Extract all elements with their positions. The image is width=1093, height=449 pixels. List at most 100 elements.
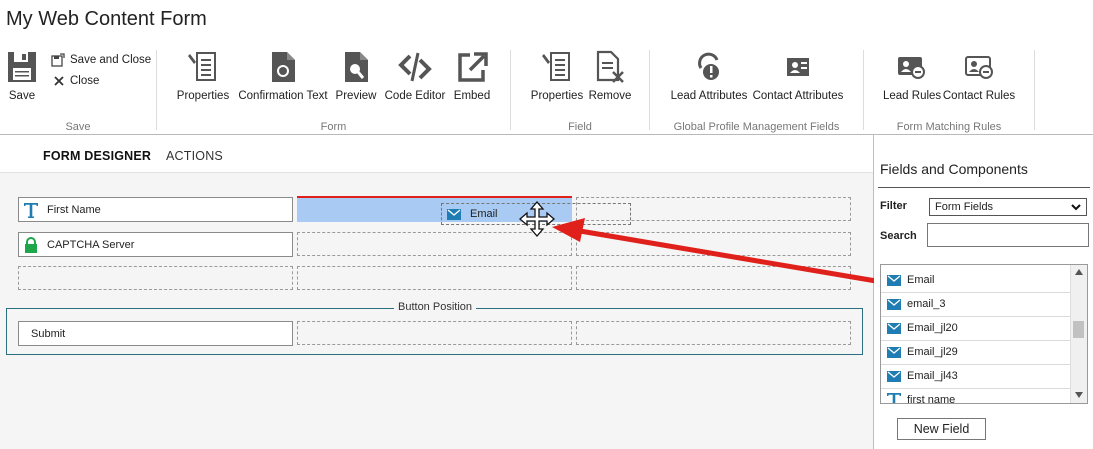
embed-label: Embed (453, 90, 491, 102)
tab-actions[interactable]: ACTIONS (166, 149, 223, 163)
ribbon-separator (510, 50, 511, 130)
lead-alert-icon (698, 52, 719, 80)
list-item[interactable]: email_3 (881, 292, 1071, 317)
list-item[interactable]: Email_jl29 (881, 340, 1071, 365)
ribbon-separator (156, 50, 157, 130)
list-item-label: Email_jl20 (907, 322, 958, 334)
mail-icon (881, 274, 907, 286)
contact-attributes-button[interactable]: Contact Attributes (752, 50, 844, 102)
scroll-thumb[interactable] (1073, 321, 1084, 338)
list-item-label: Email_jl29 (907, 346, 958, 358)
field-properties-button[interactable]: Properties (530, 50, 584, 102)
new-field-button[interactable]: New Field (897, 418, 986, 440)
preview-button[interactable]: Preview (334, 50, 378, 102)
drag-ghost-label: Email (470, 208, 498, 220)
search-input[interactable] (927, 223, 1089, 247)
floppy-disk-icon (8, 52, 36, 82)
scroll-up-icon[interactable] (1075, 269, 1083, 275)
mail-icon (881, 346, 907, 358)
contact-rules-label: Contact Rules (942, 90, 1016, 102)
filter-label: Filter (880, 200, 907, 212)
lock-icon (19, 236, 43, 253)
panel-title: Fields and Components (880, 161, 1028, 177)
remove-document-icon (596, 50, 624, 83)
field-captcha-server[interactable]: CAPTCHA Server (18, 232, 293, 257)
lead-rules-button[interactable]: Lead Rules (883, 50, 942, 102)
contact-rules-button[interactable]: Contact Rules (942, 50, 1016, 102)
external-link-icon (458, 52, 488, 82)
gpm-group-label: Global Profile Management Fields (673, 121, 840, 133)
form-properties-label: Properties (176, 90, 230, 102)
empty-cell[interactable] (297, 266, 572, 290)
text-icon (881, 391, 907, 403)
tab-form-designer[interactable]: FORM DESIGNER (43, 149, 151, 163)
embed-button[interactable]: Embed (452, 50, 492, 102)
text-icon (19, 201, 43, 219)
mail-icon (442, 208, 466, 220)
remove-button[interactable]: Remove (588, 50, 632, 102)
save-close-label: Save and Close (70, 54, 152, 66)
close-button[interactable]: Close (53, 75, 99, 87)
list-item-label: email_3 (907, 298, 946, 310)
contact-attributes-label: Contact Attributes (752, 90, 844, 102)
save-and-close-button[interactable]: Save and Close (51, 53, 151, 67)
ribbon-toolbar: Save Save and Close Close Save Propertie… (0, 44, 1093, 135)
globe-document-icon (272, 52, 295, 82)
close-icon (54, 76, 64, 86)
save-button[interactable]: Save (4, 50, 40, 102)
list-item-label: first name (907, 394, 956, 404)
preview-label: Preview (335, 90, 377, 102)
list-item[interactable]: Email (881, 268, 1071, 293)
field-first-name[interactable]: First Name (18, 197, 293, 222)
scroll-down-icon[interactable] (1075, 392, 1083, 398)
captcha-server-label: CAPTCHA Server (47, 238, 135, 251)
ribbon-separator (1034, 50, 1035, 130)
code-editor-button[interactable]: Code Editor (384, 50, 446, 102)
ribbon-separator (649, 50, 650, 130)
field-properties-label: Properties (530, 90, 584, 102)
empty-cell[interactable] (576, 266, 851, 290)
empty-cell[interactable] (576, 321, 851, 345)
list-item[interactable]: Email_jl20 (881, 316, 1071, 341)
mail-icon (881, 298, 907, 310)
properties-icon (188, 52, 216, 81)
close-label: Close (70, 75, 100, 87)
button-position-label: Button Position (394, 301, 476, 313)
confirmation-text-label: Confirmation Text (238, 90, 328, 102)
list-scrollbar[interactable] (1070, 265, 1087, 403)
lead-attributes-button[interactable]: Lead Attributes (670, 50, 748, 102)
form-properties-button[interactable]: Properties (176, 50, 230, 102)
panel-divider (878, 187, 1090, 188)
empty-cell[interactable] (18, 266, 293, 290)
save-group-label: Save (65, 121, 91, 133)
field-group-label: Field (568, 121, 592, 133)
page-title: My Web Content Form (6, 8, 207, 30)
lead-attributes-label: Lead Attributes (670, 90, 748, 102)
designer-tabs: FORM DESIGNER ACTIONS (0, 135, 873, 173)
save-label: Save (8, 90, 36, 102)
first-name-label: First Name (47, 203, 101, 216)
empty-cell[interactable] (576, 232, 851, 256)
mail-icon (881, 370, 907, 382)
properties-icon (542, 52, 570, 81)
lead-rules-label: Lead Rules (883, 90, 942, 102)
field-submit[interactable]: Submit (18, 321, 293, 346)
submit-label: Submit (31, 327, 66, 340)
save-close-icon (51, 53, 65, 67)
list-item[interactable]: Email_jl43 (881, 364, 1071, 389)
code-editor-icon (398, 52, 432, 82)
contact-card-icon (787, 58, 809, 76)
filter-select[interactable]: Form Fields (929, 198, 1087, 216)
move-cursor-icon (519, 201, 555, 237)
remove-label: Remove (588, 90, 632, 102)
confirmation-text-button[interactable]: Confirmation Text (238, 50, 328, 102)
fields-list[interactable]: Email email_3 Email_jl20 Email_jl29 Emai… (880, 264, 1088, 404)
list-item-label: Email_jl43 (907, 370, 958, 382)
ribbon-separator (863, 50, 864, 130)
contact-rules-icon (965, 56, 993, 79)
search-label: Search (880, 230, 917, 242)
filter-value: Form Fields (935, 201, 994, 213)
empty-cell[interactable] (297, 321, 572, 345)
fields-components-panel: Fields and Components Filter Form Fields… (874, 135, 1093, 449)
list-item[interactable]: first name (881, 388, 1071, 404)
